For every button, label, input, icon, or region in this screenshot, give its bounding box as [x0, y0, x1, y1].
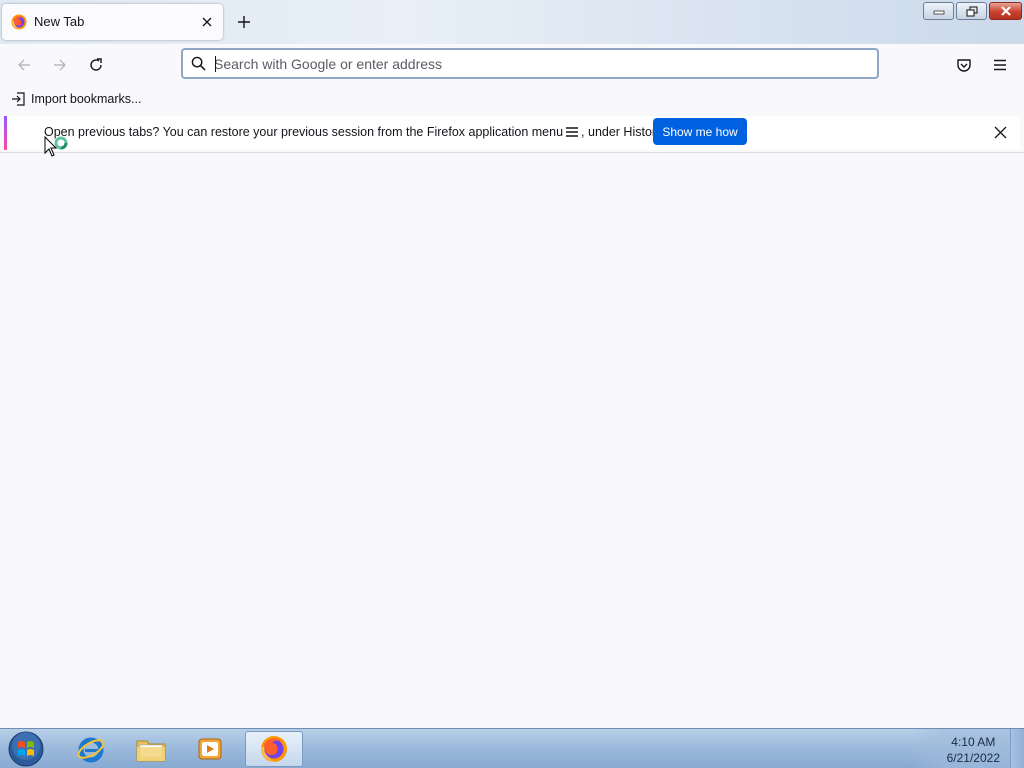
tab-title: New Tab: [34, 14, 85, 29]
hamburger-menu-icon: [994, 59, 1006, 71]
close-icon: [1000, 6, 1011, 16]
address-input[interactable]: [214, 53, 854, 75]
show-me-how-button[interactable]: Show me how: [653, 118, 747, 145]
text-caret: [215, 56, 216, 72]
clock-time: 4:10 AM: [951, 735, 996, 749]
folder-icon: [136, 740, 166, 762]
taskbar: 4:10 AM 6/21/2022: [0, 728, 1024, 768]
forward-arrow-icon: [54, 59, 66, 71]
new-tab-button[interactable]: [233, 11, 255, 33]
pocket-icon: [957, 59, 971, 72]
back-button[interactable]: [11, 52, 37, 78]
back-arrow-icon: [18, 59, 30, 71]
tab-strip: New Tab: [0, 0, 1024, 44]
minimize-icon: [933, 10, 944, 15]
window-controls: [923, 2, 1022, 20]
reload-icon: [90, 58, 102, 71]
tab-close-button[interactable]: [197, 12, 217, 32]
firefox-icon: [11, 14, 27, 30]
notification-accent-stripe: [4, 116, 7, 150]
reload-button[interactable]: [83, 52, 109, 78]
bookmarks-toolbar: Import bookmarks...: [0, 86, 1024, 112]
start-button[interactable]: [6, 730, 46, 768]
taskbar-media-player[interactable]: [182, 731, 240, 767]
page-content-area: [0, 153, 1024, 728]
forward-button[interactable]: [47, 52, 73, 78]
import-bookmarks-label: Import bookmarks...: [31, 92, 142, 106]
address-bar[interactable]: [181, 48, 879, 79]
minimize-button[interactable]: [923, 2, 954, 20]
pocket-button[interactable]: [951, 52, 977, 78]
tab-new-tab[interactable]: New Tab: [2, 4, 223, 40]
session-restore-notification: Open previous tabs? You can restore your…: [4, 116, 1020, 150]
notification-text-start: Open previous tabs? You can restore your…: [44, 125, 564, 139]
clock-date: 6/21/2022: [946, 751, 1000, 765]
navigation-toolbar: [0, 44, 1024, 86]
media-player-icon: [198, 738, 222, 760]
plus-icon: [238, 16, 250, 28]
taskbar-internet-explorer[interactable]: [62, 731, 120, 767]
close-window-button[interactable]: [989, 2, 1022, 20]
busy-cursor-icon: [44, 136, 68, 157]
import-icon: [12, 92, 25, 106]
import-bookmarks-button[interactable]: Import bookmarks...: [11, 90, 141, 108]
close-icon: [994, 126, 1006, 138]
taskbar-firefox[interactable]: [245, 731, 303, 767]
notification-close-button[interactable]: [990, 122, 1010, 142]
taskbar-windows-explorer[interactable]: [122, 731, 180, 767]
desktop-screen: New Tab Search with Google or enter addr…: [0, 0, 1024, 768]
internet-explorer-icon: [77, 737, 105, 763]
firefox-icon: [261, 736, 287, 762]
taskbar-clock[interactable]: 4:10 AM 6/21/2022: [947, 734, 1000, 766]
restore-icon: [965, 5, 978, 17]
app-menu-button[interactable]: [987, 52, 1013, 78]
close-icon: [202, 17, 212, 27]
hamburger-menu-icon: [566, 127, 579, 137]
restore-button[interactable]: [956, 2, 987, 20]
windows-start-icon: [8, 731, 44, 767]
show-desktop-button[interactable]: [1010, 729, 1024, 768]
search-icon: [191, 56, 206, 71]
notification-message: Open previous tabs? You can restore your…: [44, 125, 665, 139]
